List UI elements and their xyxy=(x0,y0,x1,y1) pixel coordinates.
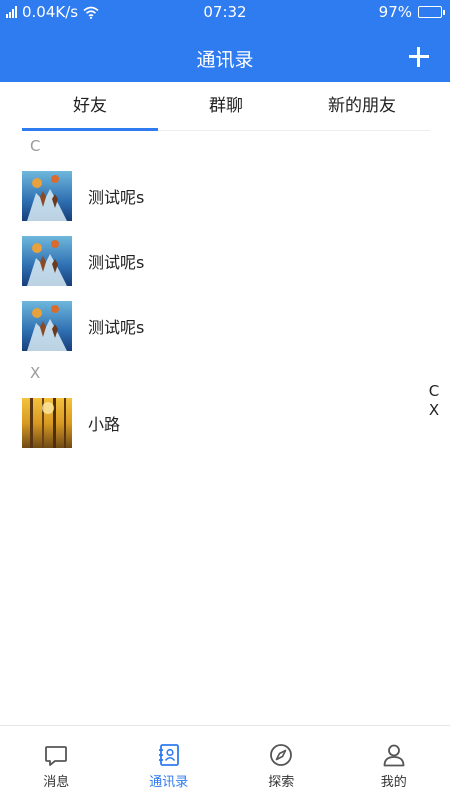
contact-item[interactable]: 测试呢s xyxy=(22,236,422,286)
nav-profile[interactable]: 我的 xyxy=(338,726,450,800)
contact-name: 小路 xyxy=(88,415,121,434)
contact-name: 测试呢s xyxy=(88,188,145,207)
index-letter-c[interactable]: C xyxy=(428,382,440,401)
nav-label: 我的 xyxy=(380,775,407,790)
contacts-book-icon xyxy=(158,744,179,766)
underwater-photo xyxy=(22,236,72,286)
contact-name: 测试呢s xyxy=(88,253,145,272)
contact-item[interactable]: 小路 xyxy=(22,398,422,448)
contact-tabs: 好友 群聊 新的朋友 xyxy=(22,82,430,131)
avatar xyxy=(22,301,72,351)
underwater-photo xyxy=(22,171,72,221)
nav-messages[interactable]: 消息 xyxy=(0,726,113,800)
index-letter-x[interactable]: X xyxy=(428,401,440,420)
nav-label: 消息 xyxy=(43,775,70,790)
status-bar: 0.04K/s 07:32 97% xyxy=(0,0,450,24)
page-title: 通讯录 xyxy=(196,49,254,71)
nav-contacts[interactable]: 通讯录 xyxy=(113,726,226,800)
tab-new-friends[interactable]: 新的朋友 xyxy=(294,82,430,130)
avatar xyxy=(22,236,72,286)
compass-icon xyxy=(270,744,293,766)
battery-percent: 97% xyxy=(378,3,412,21)
nav-label: 通讯录 xyxy=(149,775,189,790)
contact-item[interactable]: 测试呢s xyxy=(22,171,422,221)
section-header-c: C xyxy=(30,137,41,155)
tab-group-chats[interactable]: 群聊 xyxy=(158,82,294,130)
battery-icon xyxy=(418,6,445,18)
nav-explore[interactable]: 探索 xyxy=(225,726,338,800)
autumn-forest-photo xyxy=(22,398,72,448)
tab-friends[interactable]: 好友 xyxy=(22,82,158,131)
top-bar: 0.04K/s 07:32 97% 通讯录 xyxy=(0,0,450,82)
bottom-navigation: 消息 通讯录 探索 我的 xyxy=(0,725,450,800)
contact-item[interactable]: 测试呢s xyxy=(22,301,422,351)
alphabet-index-bar: C X xyxy=(428,382,440,420)
underwater-photo xyxy=(22,301,72,351)
chat-bubble-icon xyxy=(45,746,68,766)
nav-label: 探索 xyxy=(268,775,295,790)
person-icon xyxy=(383,744,405,767)
section-header-x: X xyxy=(30,364,41,382)
avatar xyxy=(22,171,72,221)
avatar xyxy=(22,398,72,448)
add-contact-button[interactable] xyxy=(406,44,432,70)
contact-name: 测试呢s xyxy=(88,318,145,337)
